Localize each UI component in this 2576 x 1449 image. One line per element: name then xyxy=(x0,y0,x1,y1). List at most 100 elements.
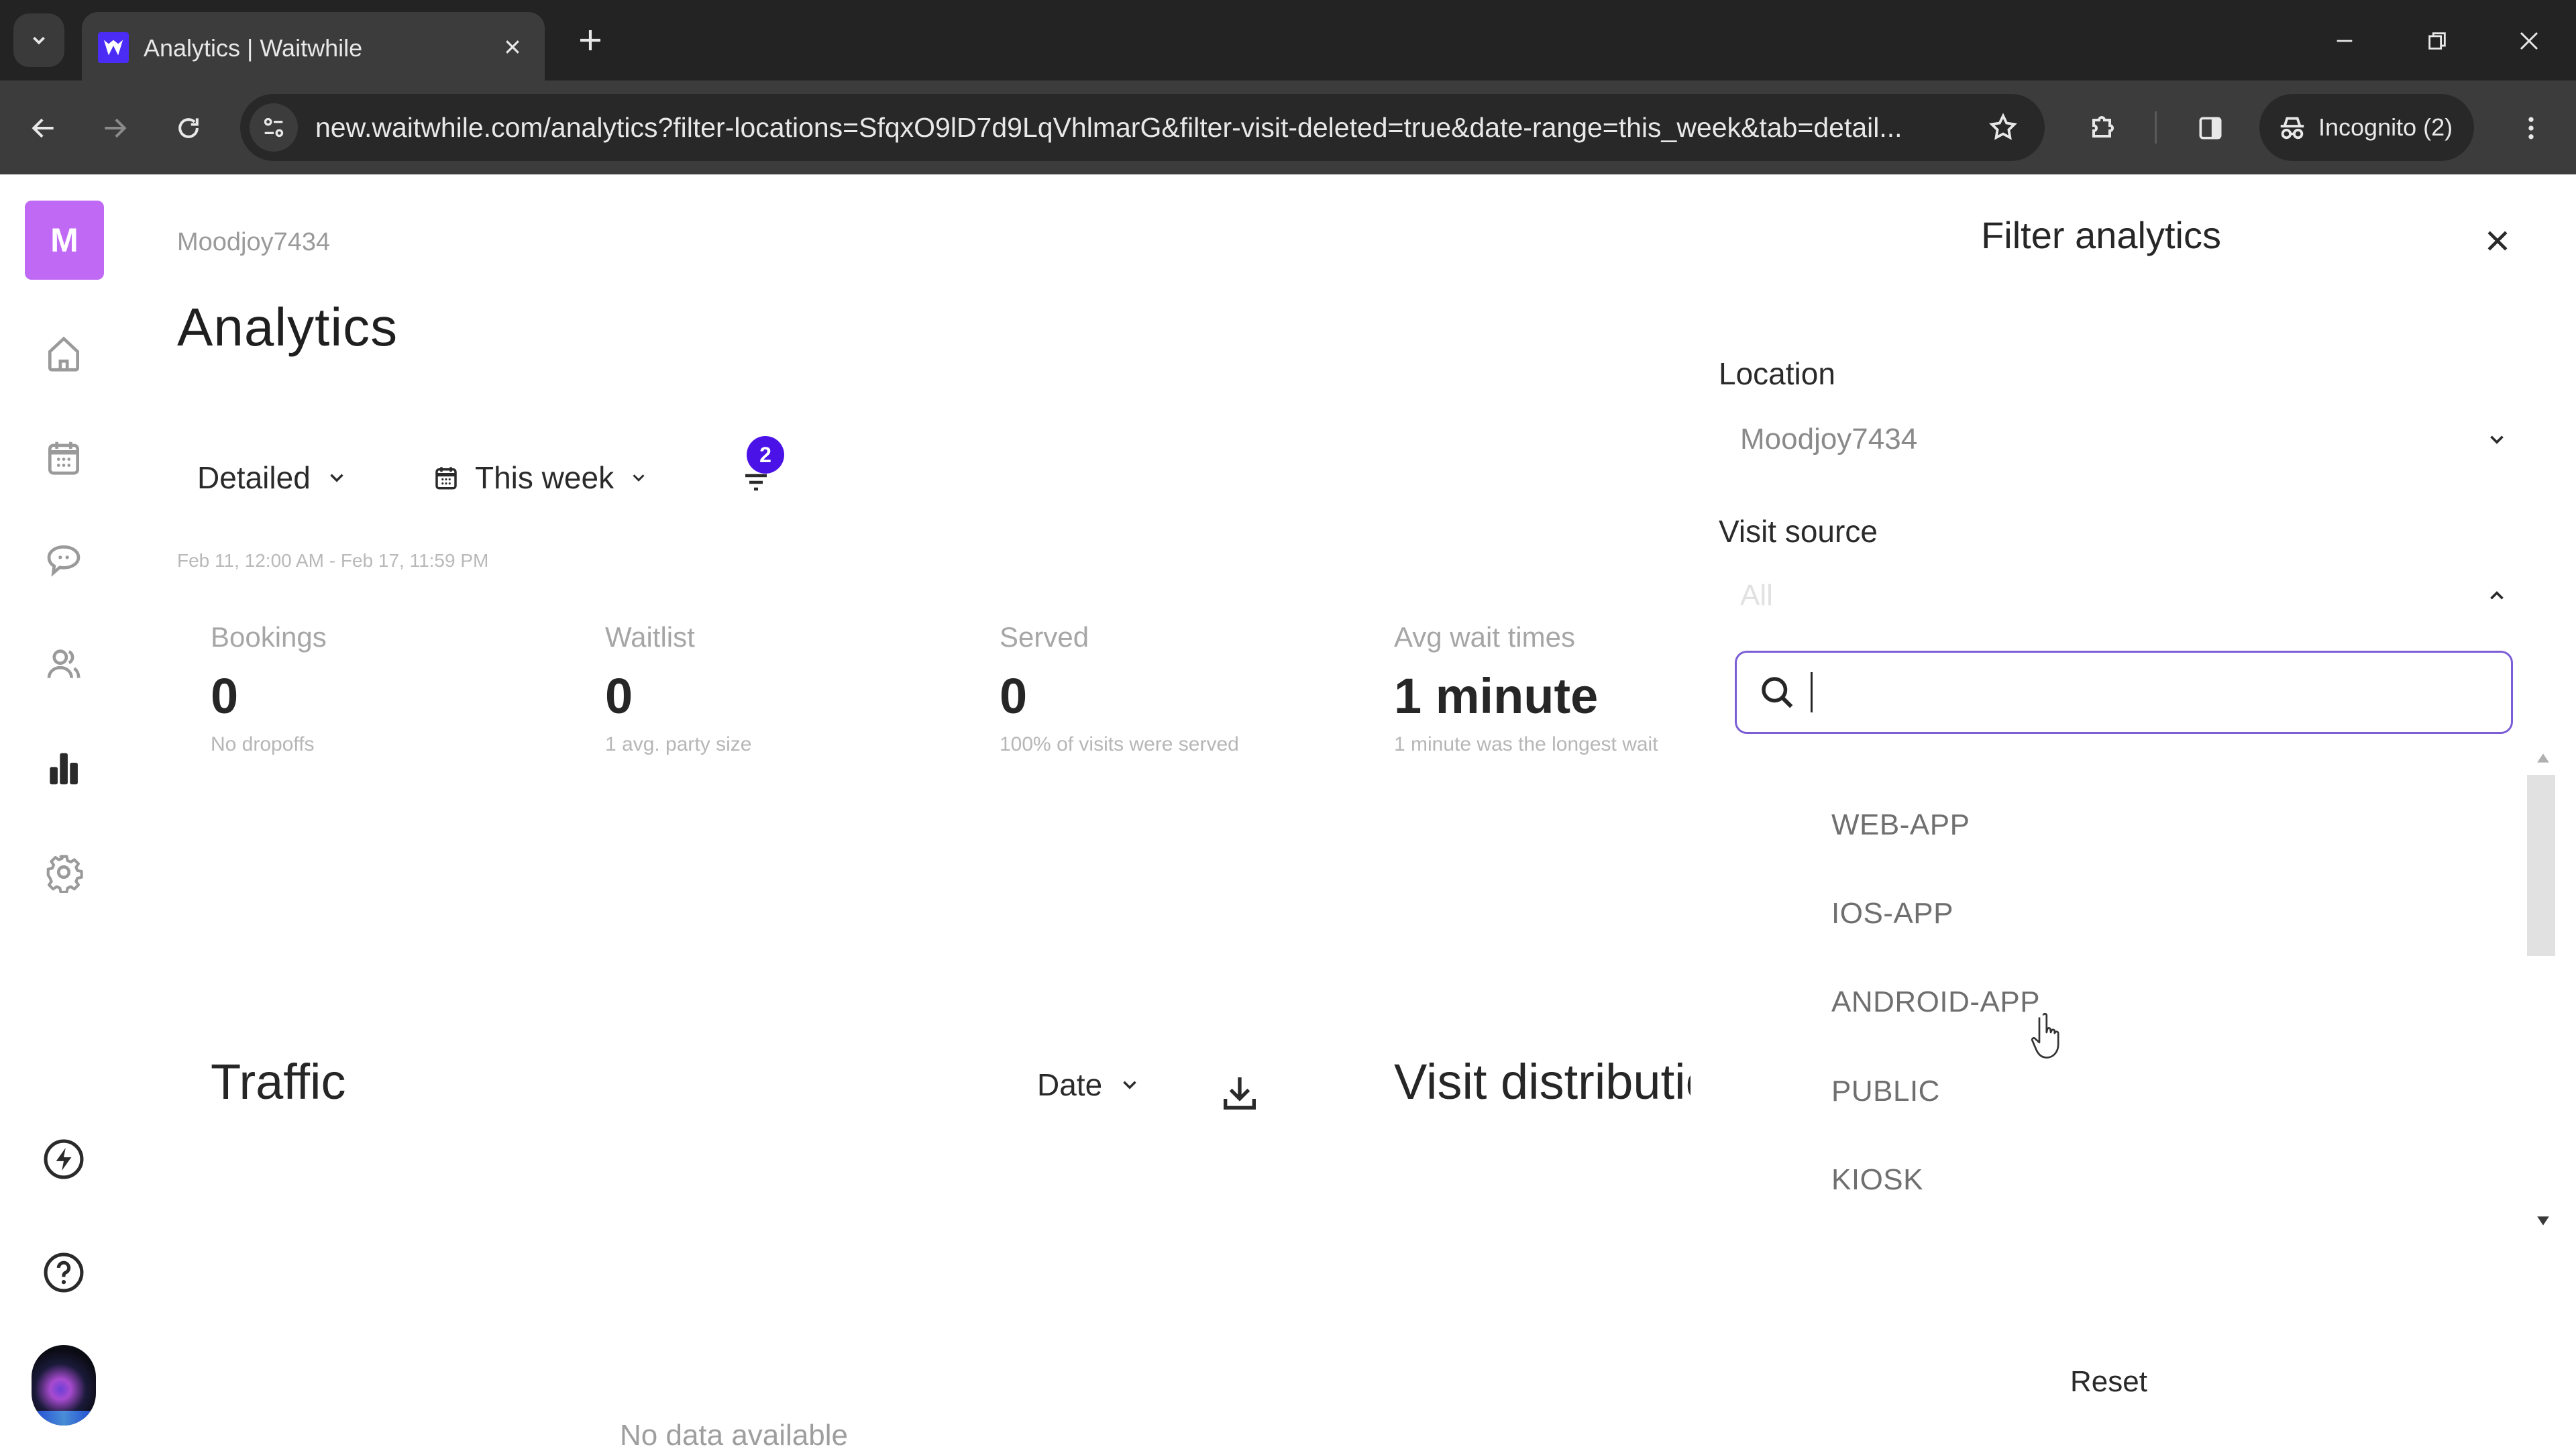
incognito-indicator[interactable]: Incognito (2) xyxy=(2259,94,2474,161)
url-text[interactable]: new.waitwhile.com/analytics?filter-locat… xyxy=(315,94,1952,161)
browser-tab-active[interactable]: Analytics | Waitwhile xyxy=(82,12,545,80)
date-range-select-value: This week xyxy=(475,460,614,495)
bookmark-button[interactable] xyxy=(1982,106,2025,149)
close-window-button[interactable] xyxy=(2506,17,2553,64)
stat-value: 0 xyxy=(1000,668,1028,724)
tab-search-button[interactable] xyxy=(13,13,64,67)
option-ios-app[interactable]: IOS-APP xyxy=(1831,897,1953,930)
visit-source-options: WEB-APP IOS-APP ANDROID-APP PUBLIC KIOSK xyxy=(1735,748,2555,1226)
traffic-groupby-select[interactable]: Date xyxy=(1037,1067,1141,1103)
user-avatar[interactable] xyxy=(32,1345,96,1426)
location-select[interactable]: Moodjoy7434 xyxy=(1719,406,2537,473)
location-label: Location xyxy=(1719,356,1835,391)
plus-icon xyxy=(580,30,600,50)
sidebar-item-settings[interactable] xyxy=(37,845,91,899)
home-icon xyxy=(48,336,79,372)
chevron-down-icon xyxy=(633,474,645,482)
visit-source-select[interactable]: All xyxy=(1719,562,2537,629)
analytics-main: Moodjoy7434 Analytics Detailed This week… xyxy=(127,174,1690,1449)
chevron-down-icon xyxy=(33,36,45,45)
calendar-icon xyxy=(435,467,457,490)
help-icon xyxy=(44,1252,84,1293)
sidebar-item-whats-new[interactable] xyxy=(37,1132,91,1186)
sidebar-item-home[interactable] xyxy=(37,327,91,381)
stat-avg-wait: Avg wait times 1 minute 1 minute was the… xyxy=(1394,617,1690,759)
visit-distribution-title: Visit distribution xyxy=(1394,1054,1690,1110)
more-vertical-icon xyxy=(2528,117,2534,140)
incognito-icon xyxy=(2280,117,2304,140)
org-avatar[interactable]: M xyxy=(25,201,104,280)
reload-icon xyxy=(178,118,199,138)
scroll-up-arrow[interactable] xyxy=(2533,748,2553,768)
browser-tab-strip: Analytics | Waitwhile xyxy=(0,0,2576,80)
view-select[interactable]: Detailed xyxy=(197,451,348,504)
close-icon xyxy=(506,40,519,54)
minimize-button[interactable] xyxy=(2321,17,2368,64)
sidebar-item-help[interactable] xyxy=(37,1246,91,1299)
text-caret xyxy=(1811,672,1813,712)
traffic-empty-state: No data available xyxy=(620,1419,849,1449)
traffic-download-button[interactable] xyxy=(1213,1067,1267,1120)
waitwhile-favicon-icon xyxy=(98,32,129,63)
tab-close-button[interactable] xyxy=(498,32,527,62)
stat-value: 0 xyxy=(605,668,633,724)
new-tab-button[interactable] xyxy=(570,20,610,60)
triangle-down-icon xyxy=(2537,1216,2549,1226)
visit-source-search-input[interactable] xyxy=(1735,651,2513,734)
chevron-down-icon xyxy=(330,474,343,482)
traffic-groupby-value: Date xyxy=(1037,1067,1103,1102)
stat-value: 0 xyxy=(211,668,239,724)
gear-icon xyxy=(46,855,83,893)
puzzle-icon xyxy=(2092,116,2114,138)
filter-analytics-panel: Filter analytics Location Moodjoy7434 Vi… xyxy=(1692,174,2576,1449)
site-info-button[interactable] xyxy=(250,103,298,152)
filter-count-badge: 2 xyxy=(747,436,784,474)
close-panel-button[interactable] xyxy=(2474,217,2521,264)
scrollbar-thumb[interactable] xyxy=(2527,775,2555,956)
address-bar[interactable]: new.waitwhile.com/analytics?filter-locat… xyxy=(240,94,2045,161)
stat-label: Avg wait times xyxy=(1394,621,1575,653)
lightning-icon xyxy=(44,1139,84,1179)
sidebar-item-calendar[interactable] xyxy=(37,431,91,484)
stat-bookings: Bookings 0 No dropoffs xyxy=(211,617,546,759)
sidebar-item-analytics[interactable] xyxy=(37,742,91,796)
back-button[interactable] xyxy=(20,105,67,152)
date-range-select[interactable]: This week xyxy=(432,451,649,504)
panel-title: Filter analytics xyxy=(1981,214,2221,256)
download-icon xyxy=(1224,1077,1256,1110)
page-title: Analytics xyxy=(177,297,398,357)
stat-label: Bookings xyxy=(211,621,327,653)
sidebar-item-customers[interactable] xyxy=(37,637,91,691)
triangle-up-icon xyxy=(2537,753,2549,763)
side-panel-icon xyxy=(2199,117,2222,140)
stat-waitlist: Waitlist 0 1 avg. party size xyxy=(605,617,941,759)
stat-subtext: No dropoffs xyxy=(211,733,315,755)
extensions-button[interactable] xyxy=(2078,105,2125,152)
browser-menu-button[interactable] xyxy=(2508,105,2555,152)
toolbar-divider xyxy=(2155,111,2157,144)
sidebar-item-messages[interactable] xyxy=(37,534,91,588)
calendar-icon xyxy=(48,441,79,475)
view-select-value: Detailed xyxy=(197,460,311,495)
tune-icon xyxy=(264,117,284,138)
reset-button[interactable]: Reset xyxy=(2070,1365,2147,1399)
users-icon xyxy=(47,649,80,678)
option-kiosk[interactable]: KIOSK xyxy=(1831,1163,1923,1197)
option-android-app[interactable]: ANDROID-APP xyxy=(1831,985,2040,1019)
option-web-app[interactable]: WEB-APP xyxy=(1831,808,1970,842)
restore-button[interactable] xyxy=(2414,17,2461,64)
forward-button[interactable] xyxy=(91,105,138,152)
stat-value: 1 minute xyxy=(1394,668,1599,724)
breadcrumb[interactable]: Moodjoy7434 xyxy=(177,228,330,257)
chevron-down-icon xyxy=(2477,419,2517,460)
reload-button[interactable] xyxy=(165,105,212,152)
arrow-right-icon xyxy=(105,118,127,138)
side-panel-button[interactable] xyxy=(2187,105,2234,152)
option-public[interactable]: PUBLIC xyxy=(1831,1075,1940,1108)
tab-title: Analytics | Waitwhile xyxy=(144,34,363,62)
scroll-down-arrow[interactable] xyxy=(2533,1211,2553,1231)
stat-served: Served 0 100% of visits were served xyxy=(1000,617,1335,759)
browser-toolbar: new.waitwhile.com/analytics?filter-locat… xyxy=(0,80,2576,174)
close-icon xyxy=(2487,231,2508,251)
stat-label: Served xyxy=(1000,621,1089,653)
